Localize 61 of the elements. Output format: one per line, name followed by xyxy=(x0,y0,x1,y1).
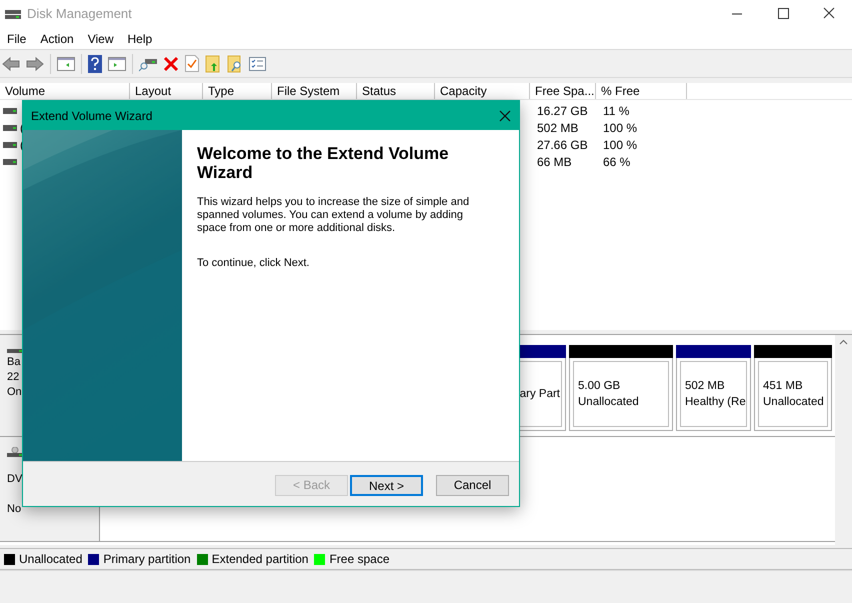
wizard-heading: Welcome to the Extend Volume Wizard xyxy=(197,144,450,182)
column-header[interactable]: % Free xyxy=(596,83,687,99)
column-header[interactable]: Type xyxy=(203,83,272,99)
table-cell: 66 MB xyxy=(537,154,572,168)
volume-icon xyxy=(3,158,17,164)
menu-item[interactable]: File xyxy=(0,30,34,48)
close-icon[interactable] xyxy=(499,110,511,122)
volume-icon xyxy=(3,142,17,148)
partition-text: Unallocated xyxy=(763,395,825,410)
menu-item[interactable]: View xyxy=(80,30,120,48)
partition-text: ary Part xyxy=(520,387,560,402)
checked-document-icon[interactable] xyxy=(185,55,199,72)
column-header[interactable]: Volume xyxy=(0,83,130,99)
scrollbar[interactable] xyxy=(835,335,852,545)
column-header[interactable]: Layout xyxy=(130,83,203,99)
wizard-text: This wizard helps you to increase the size of simple and spanned volumes. You can extend a volume by adding space from one or more additional disks. xyxy=(197,196,470,235)
partition-text: Healthy (Re xyxy=(685,395,746,410)
disk-info-text: 22 xyxy=(7,370,20,385)
dialog-title: Extend Volume Wizard xyxy=(31,108,152,124)
window-title: Disk Management xyxy=(27,5,132,24)
column-header[interactable]: Free Spa... xyxy=(530,83,596,99)
partition-text: 502 MB xyxy=(685,379,726,394)
back-arrow-icon[interactable] xyxy=(2,56,20,72)
wizard-button[interactable]: Next > xyxy=(350,474,423,496)
column-header[interactable]: File System xyxy=(272,83,357,99)
action-pane-icon[interactable] xyxy=(108,56,126,70)
disk-info-text: Ba xyxy=(7,355,20,370)
checklist-icon[interactable] xyxy=(249,56,266,70)
disk-info-text: DV xyxy=(7,472,22,487)
partition-text: 451 MB xyxy=(763,379,804,394)
legend-label: Free space xyxy=(329,551,390,568)
table-cell: 16.27 GB xyxy=(537,104,588,118)
wizard-button[interactable]: Cancel xyxy=(436,474,509,496)
help-icon[interactable] xyxy=(88,54,102,72)
menu-item[interactable]: Action xyxy=(33,30,81,48)
scroll-up-icon[interactable] xyxy=(839,339,848,345)
legend-label: Extended partition xyxy=(212,551,308,568)
partition-text: 5.00 GB xyxy=(578,379,622,394)
menu-item[interactable]: Help xyxy=(120,30,160,48)
disk-info-text: No xyxy=(7,502,22,517)
table-cell: 100 % xyxy=(603,120,638,134)
legend-label: Primary partition xyxy=(103,551,191,568)
table-cell: 502 MB xyxy=(537,120,578,134)
disk-info-text: On xyxy=(7,385,22,400)
volume-icon xyxy=(3,124,17,130)
console-tree-icon[interactable] xyxy=(57,56,75,70)
column-header[interactable]: Status xyxy=(357,83,435,99)
delete-icon[interactable] xyxy=(163,56,179,72)
volume-icon xyxy=(3,108,17,114)
disk-drive-icon xyxy=(5,8,21,20)
table-cell: 100 % xyxy=(603,138,638,152)
optical-drive-icon xyxy=(7,447,23,457)
folder-search-icon[interactable] xyxy=(227,54,243,72)
partition-text: Unallocated xyxy=(578,395,640,410)
table-cell: 66 % xyxy=(603,154,630,168)
legend-label: Unallocated xyxy=(19,551,82,568)
table-cell: 27.66 GB xyxy=(537,138,588,152)
column-header[interactable]: Capacity xyxy=(435,83,530,99)
wizard-text: To continue, click Next. xyxy=(197,257,310,270)
table-cell: 11 % xyxy=(603,104,630,118)
forward-arrow-icon[interactable] xyxy=(26,56,44,72)
